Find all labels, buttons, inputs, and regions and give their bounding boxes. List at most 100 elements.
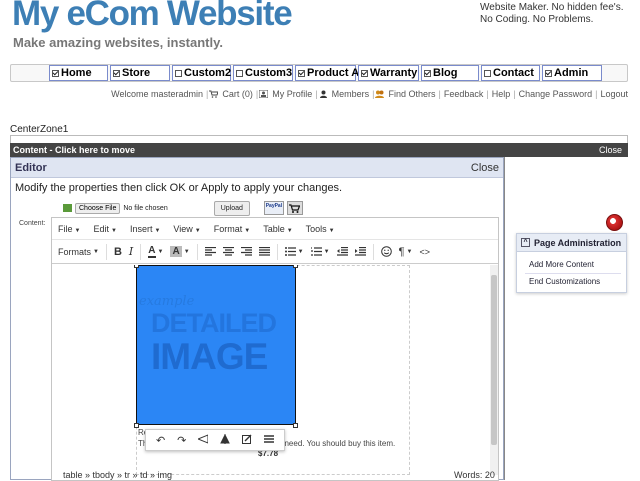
nav-item-admin[interactable]: Admin xyxy=(542,65,602,81)
nav-checkbox[interactable] xyxy=(113,69,120,77)
caret-down-icon: ▼ xyxy=(286,227,293,234)
indent-icon[interactable] xyxy=(354,244,366,260)
choose-file-button[interactable]: Choose File xyxy=(75,202,121,214)
undo-icon[interactable]: ↶ xyxy=(156,434,165,447)
nav-item-product-a[interactable]: Product A xyxy=(295,65,359,81)
collapse-icon[interactable]: ^ xyxy=(521,238,530,247)
redo-icon[interactable]: ↷ xyxy=(177,434,186,447)
outdent-icon[interactable] xyxy=(336,244,348,260)
end-customizations-item[interactable]: End Customizations xyxy=(529,277,600,286)
nav-item-contact[interactable]: Contact xyxy=(481,65,540,81)
align-left-icon[interactable] xyxy=(204,244,216,260)
toolbar-divider xyxy=(105,243,107,260)
menu-insert[interactable]: Insert ▼ xyxy=(130,224,160,234)
welcome-text: Welcome masteradmin xyxy=(111,89,204,99)
admin-orb-icon[interactable] xyxy=(606,214,623,231)
nav-item-custom2[interactable]: Custom2 xyxy=(172,65,231,81)
add-more-content-item[interactable]: Add More Content xyxy=(529,260,594,269)
bold-icon[interactable]: B xyxy=(114,244,122,260)
nav-item-home[interactable]: Home xyxy=(49,65,108,81)
align-center-icon[interactable] xyxy=(222,244,234,260)
file-upload-row: Choose File No file chosen Upload PayPal xyxy=(63,198,303,218)
resize-handle[interactable] xyxy=(134,265,139,268)
sidebar-divider xyxy=(504,157,505,480)
caret-down-icon: ▼ xyxy=(74,227,81,234)
editor-title: Editor xyxy=(15,162,47,174)
nav-item-warranty[interactable]: Warranty xyxy=(358,65,419,81)
italic-icon[interactable]: I xyxy=(129,244,133,260)
menu-label: Insert xyxy=(129,223,153,234)
rich-text-editor: File ▼ Edit ▼ Insert ▼ View ▼ Format ▼ Table ▼… xyxy=(51,217,499,481)
shopping-cart-icon[interactable] xyxy=(286,201,303,215)
formats-label: Formats xyxy=(58,246,92,257)
flip-vertical-icon[interactable] xyxy=(220,433,230,447)
menu-table[interactable]: Table ▼ xyxy=(263,224,292,234)
admin-menu-title: Page Administration xyxy=(534,237,622,248)
formats-dropdown[interactable]: Formats ▼ xyxy=(58,244,99,260)
content-close-button[interactable]: Close xyxy=(599,143,622,157)
nav-checkbox[interactable] xyxy=(484,69,491,77)
nav-checkbox[interactable] xyxy=(545,69,552,77)
text-color-icon[interactable]: A ▼ xyxy=(148,244,163,260)
description-tail: ou need. You should buy this item. xyxy=(273,439,396,448)
nav-label: Admin xyxy=(554,67,589,79)
change-password-link[interactable]: Change Password xyxy=(517,89,595,99)
caret-down-icon: ▼ xyxy=(194,227,201,234)
editor-content-area[interactable]: example DETAILED IMAGE Re Th ou need. You… xyxy=(52,265,498,475)
flip-horizontal-icon[interactable] xyxy=(196,433,209,447)
nav-checkbox[interactable] xyxy=(175,69,182,77)
menu-file[interactable]: File ▼ xyxy=(58,224,80,234)
feedback-link[interactable]: Feedback xyxy=(442,89,486,99)
emoji-icon[interactable] xyxy=(380,244,392,260)
bullet-list-icon[interactable]: ▼ xyxy=(284,244,304,260)
menu-label: Format xyxy=(213,223,243,234)
menu-tools[interactable]: Tools ▼ xyxy=(306,224,335,234)
nav-label: Warranty xyxy=(370,67,418,79)
nav-checkbox[interactable] xyxy=(52,69,59,77)
editor-scrollbar[interactable] xyxy=(490,265,498,475)
menu-view[interactable]: View ▼ xyxy=(173,224,200,234)
menu-format[interactable]: Format ▼ xyxy=(214,224,250,234)
logout-link[interactable]: Logout xyxy=(598,89,630,99)
nav-checkbox[interactable] xyxy=(424,69,431,77)
user-links: Welcome masteradmin | Cart (0) | My Prof… xyxy=(109,89,630,99)
members-link[interactable]: Members xyxy=(330,89,372,99)
align-justify-icon[interactable] xyxy=(258,244,270,260)
scroll-thumb[interactable] xyxy=(491,275,497,445)
nav-checkbox[interactable] xyxy=(298,69,305,77)
cart-link[interactable]: Cart (0) xyxy=(220,89,255,99)
code-icon[interactable]: <> xyxy=(419,244,430,260)
content-move-bar[interactable]: Content - Click here to move Close xyxy=(10,143,628,157)
nav-item-blog[interactable]: Blog xyxy=(421,65,479,81)
align-right-icon[interactable] xyxy=(240,244,252,260)
resize-handle[interactable] xyxy=(293,265,298,268)
nav-label: Blog xyxy=(433,67,458,79)
help-link[interactable]: Help xyxy=(490,89,513,99)
edit-image-icon[interactable] xyxy=(242,434,252,447)
editor-menubar: File ▼ Edit ▼ Insert ▼ View ▼ Format ▼ Table ▼… xyxy=(52,218,498,240)
profile-link[interactable]: My Profile xyxy=(270,89,314,99)
nav-checkbox[interactable] xyxy=(361,69,368,77)
menu-edit[interactable]: Edit ▼ xyxy=(93,224,116,234)
numbered-list-icon[interactable]: ▼ xyxy=(310,244,330,260)
upload-button[interactable]: Upload xyxy=(213,200,250,216)
pilcrow-icon[interactable]: ¶ ▼ xyxy=(399,244,413,260)
find-others-link[interactable]: Find Others xyxy=(386,89,437,99)
image-options-icon[interactable] xyxy=(264,434,274,447)
nav-item-store[interactable]: Store xyxy=(110,65,170,81)
background-color-icon[interactable]: A ▼ xyxy=(170,244,190,260)
nav-item-custom3[interactable]: Custom3 xyxy=(233,65,293,81)
toolbar-divider xyxy=(140,243,142,260)
element-path[interactable]: table » tbody » tr » td » img xyxy=(63,470,172,480)
nav-label: Contact xyxy=(493,67,534,79)
image-text: example xyxy=(139,294,195,309)
editor-close-button[interactable]: Close xyxy=(471,158,499,178)
menu-label: Tools xyxy=(305,223,327,234)
product-image[interactable]: example DETAILED IMAGE xyxy=(136,265,296,425)
nav-checkbox[interactable] xyxy=(236,69,243,77)
paypal-icon[interactable]: PayPal xyxy=(263,201,284,215)
caret-down-icon: ▼ xyxy=(328,227,335,234)
caret-down-icon: ▼ xyxy=(154,227,161,234)
members-icon xyxy=(319,90,328,98)
nav-label: Custom3 xyxy=(245,67,293,79)
